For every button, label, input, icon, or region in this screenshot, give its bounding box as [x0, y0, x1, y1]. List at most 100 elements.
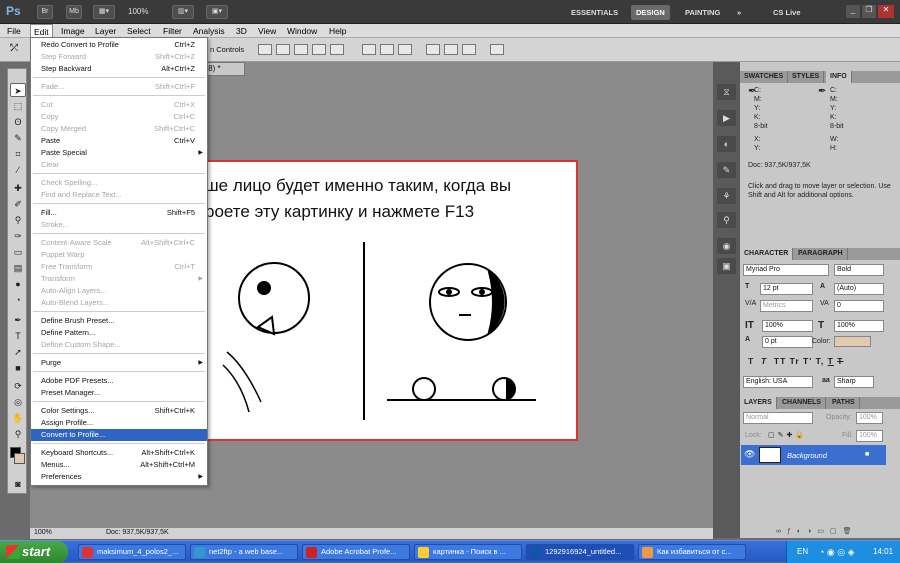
- tab-paragraph[interactable]: PARAGRAPH: [794, 248, 848, 260]
- font-size-field[interactable]: 12 pt: [760, 283, 813, 295]
- menu-image[interactable]: Image: [58, 24, 88, 38]
- distribute-bottom-icon[interactable]: [398, 44, 412, 55]
- blur-tool-icon[interactable]: ●: [10, 277, 26, 291]
- menu-item-define-pattern[interactable]: Define Pattern...: [31, 327, 207, 339]
- menu-item-preset-manager[interactable]: Preset Manager...: [31, 387, 207, 399]
- distribute-right-icon[interactable]: [462, 44, 476, 55]
- clone-source-panel-icon[interactable]: ⚲: [717, 212, 736, 228]
- layer-row-background[interactable]: 👁 Background ■: [741, 445, 886, 465]
- menu-filter[interactable]: Filter: [160, 24, 185, 38]
- more-workspaces-button[interactable]: »: [732, 5, 746, 20]
- document-canvas[interactable]: ше лицо будет именно таким, когда вы рое…: [195, 160, 578, 441]
- crop-tool-icon[interactable]: ⌗: [10, 147, 26, 161]
- menu-item-convert-to-profile[interactable]: Convert to Profile...: [31, 429, 207, 441]
- arrange-documents-button[interactable]: ▥▾: [172, 5, 194, 19]
- menu-view[interactable]: View: [255, 24, 279, 38]
- menu-item-purge[interactable]: Purge ▶: [31, 357, 207, 369]
- tab-paths[interactable]: PATHS: [828, 397, 860, 409]
- menu-item-paste[interactable]: Paste Ctrl+V: [31, 135, 207, 147]
- baseline-shift-field[interactable]: 0 pt: [762, 336, 813, 348]
- tracking-field[interactable]: 0: [834, 300, 884, 312]
- minibridge-button[interactable]: Mb: [66, 5, 82, 19]
- menu-item-fill[interactable]: Fill... Shift+F5: [31, 207, 207, 219]
- kerning-field[interactable]: Metrics: [760, 300, 813, 312]
- pen-tool-icon[interactable]: ✒: [10, 313, 26, 327]
- taskbar-item-active[interactable]: 1292916924_untitled...: [526, 544, 634, 560]
- close-button[interactable]: ✕: [878, 5, 894, 18]
- zoom-level[interactable]: 100%: [128, 7, 148, 16]
- type-style-buttons[interactable]: T T TT Tr T' T, T T: [748, 356, 843, 366]
- quick-select-tool-icon[interactable]: ✎: [10, 131, 26, 145]
- tab-styles[interactable]: STYLES: [788, 71, 825, 83]
- 3d-rotate-tool-icon[interactable]: ⟳: [10, 379, 26, 393]
- menu-item-preferences[interactable]: Preferences ▶: [31, 471, 207, 483]
- leading-field[interactable]: (Auto): [834, 283, 884, 295]
- opacity-field[interactable]: 100%: [856, 412, 883, 424]
- menu-item-define-brush-preset[interactable]: Define Brush Preset...: [31, 315, 207, 327]
- align-left-icon[interactable]: [312, 44, 326, 55]
- tray-icons[interactable]: ◔ ◉ ◎ ◈: [819, 541, 855, 563]
- path-select-tool-icon[interactable]: ➚: [10, 345, 26, 359]
- distribute-top-icon[interactable]: [362, 44, 376, 55]
- history-panel-icon[interactable]: ⧖: [717, 84, 736, 100]
- actions-panel-icon[interactable]: ▶: [717, 110, 736, 126]
- lasso-tool-icon[interactable]: ʘ: [10, 115, 26, 129]
- language-select[interactable]: English: USA: [743, 376, 813, 388]
- shape-tool-icon[interactable]: ■: [10, 361, 26, 375]
- screen-mode-button[interactable]: ▣▾: [206, 5, 228, 19]
- taskbar-item[interactable]: картинка - Поиск в ...: [414, 544, 522, 560]
- healing-brush-tool-icon[interactable]: ✚: [10, 181, 26, 195]
- bridge-button[interactable]: Br: [37, 5, 53, 19]
- brush-panel-icon[interactable]: ✎: [717, 162, 736, 178]
- fill-field[interactable]: 100%: [856, 430, 883, 442]
- language-indicator[interactable]: EN: [797, 541, 808, 563]
- 3d-orbit-tool-icon[interactable]: ◎: [10, 395, 26, 409]
- distribute-vcenter-icon[interactable]: [380, 44, 394, 55]
- vertical-scale-field[interactable]: 100%: [762, 320, 813, 332]
- menu-window[interactable]: Window: [284, 24, 320, 38]
- align-top-icon[interactable]: [258, 44, 272, 55]
- move-tool-icon[interactable]: ⤱: [10, 43, 18, 54]
- adjustments-panel-icon[interactable]: ◐: [717, 136, 736, 152]
- taskbar-item[interactable]: net2ftp - a web base...: [190, 544, 298, 560]
- dodge-tool-icon[interactable]: ◔: [10, 293, 26, 307]
- distribute-left-icon[interactable]: [426, 44, 440, 55]
- visibility-eye-icon[interactable]: 👁: [744, 449, 755, 460]
- eyedropper-tool-icon[interactable]: ⁄: [10, 163, 26, 177]
- status-zoom[interactable]: 100%: [34, 529, 52, 536]
- menu-item-assign-profile[interactable]: Assign Profile...: [31, 417, 207, 429]
- eraser-tool-icon[interactable]: ▭: [10, 245, 26, 259]
- history-brush-tool-icon[interactable]: ✑: [10, 229, 26, 243]
- taskbar-item[interactable]: maksimum_4_polos2_...: [78, 544, 186, 560]
- workspace-painting[interactable]: PAINTING: [680, 5, 725, 20]
- menu-item-color-settings[interactable]: Color Settings... Shift+Ctrl+K: [31, 405, 207, 417]
- move-tool-icon[interactable]: ➤: [10, 83, 26, 97]
- transform-controls-label[interactable]: n Controls: [210, 45, 244, 54]
- tab-channels[interactable]: CHANNELS: [778, 397, 826, 409]
- align-hcenter-icon[interactable]: [330, 44, 344, 55]
- taskbar-item[interactable]: Как избавиться от с...: [638, 544, 746, 560]
- brush-tool-icon[interactable]: ✐: [10, 197, 26, 211]
- menu-layer[interactable]: Layer: [92, 24, 119, 38]
- marquee-tool-icon[interactable]: ⬚: [10, 99, 26, 113]
- blend-mode-select[interactable]: Normal: [743, 412, 813, 424]
- menu-item-keyboard-shortcuts[interactable]: Keyboard Shortcuts... Alt+Shift+Ctrl+K: [31, 447, 207, 459]
- menu-edit[interactable]: Edit: [30, 24, 53, 38]
- type-tool-icon[interactable]: T: [10, 329, 26, 343]
- tab-character[interactable]: CHARACTER: [740, 248, 794, 260]
- antialias-select[interactable]: Sharp: [834, 376, 874, 388]
- menu-item-menus[interactable]: Menus... Alt+Shift+Ctrl+M: [31, 459, 207, 471]
- layer-actions-icons[interactable]: ∞ƒ◐◑▭▢🗑: [776, 527, 857, 535]
- align-vcenter-icon[interactable]: [276, 44, 290, 55]
- align-bottom-icon[interactable]: [294, 44, 308, 55]
- layer-name[interactable]: Background: [787, 451, 827, 460]
- tab-swatches[interactable]: SWATCHES: [740, 71, 789, 83]
- minimize-button[interactable]: _: [846, 5, 860, 18]
- distribute-hcenter-icon[interactable]: [444, 44, 458, 55]
- menu-item-step-backward[interactable]: Step Backward Alt+Ctrl+Z: [31, 63, 207, 75]
- menu-3d[interactable]: 3D: [233, 24, 250, 38]
- font-style-select[interactable]: Bold: [834, 264, 884, 276]
- auto-align-icon[interactable]: [490, 44, 504, 55]
- taskbar-item[interactable]: Adobe Acrobat Profe...: [302, 544, 410, 560]
- menu-file[interactable]: File: [4, 24, 24, 38]
